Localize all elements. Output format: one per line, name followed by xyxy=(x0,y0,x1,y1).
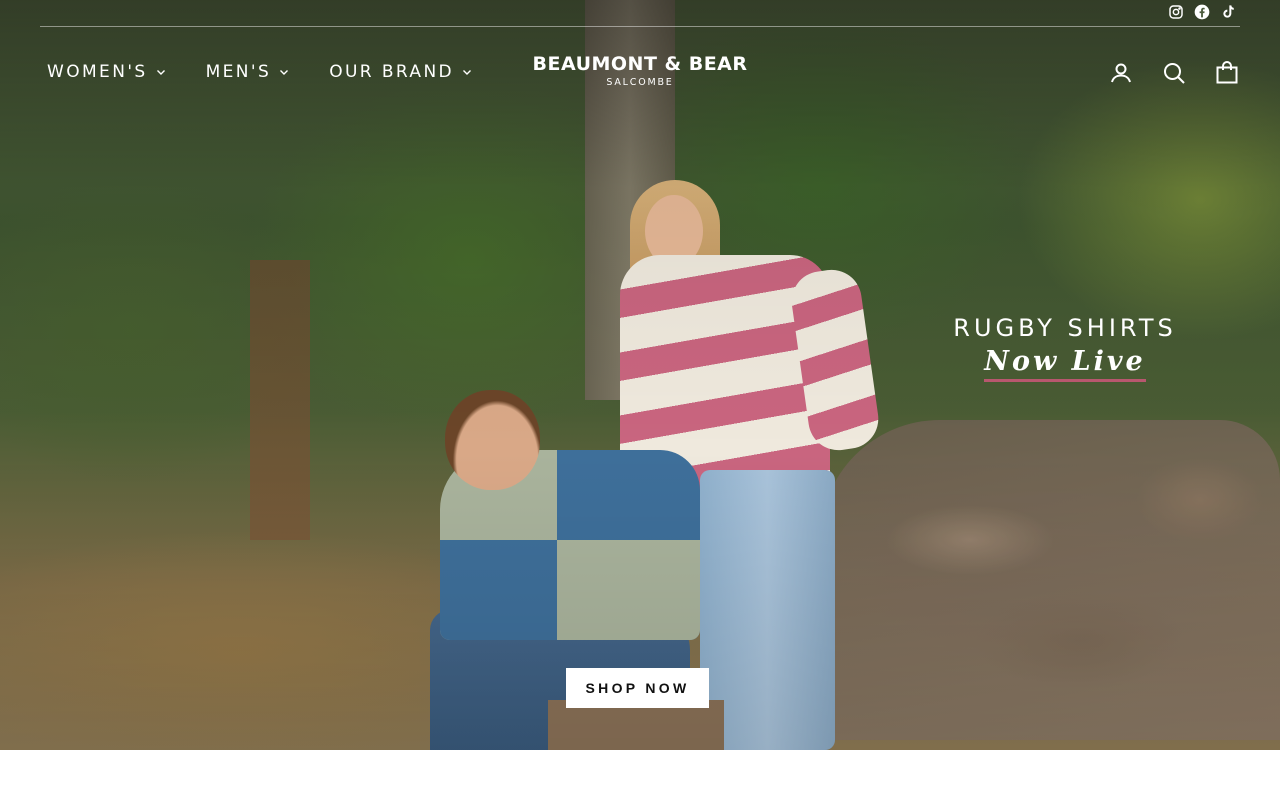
hero-banner[interactable]: RUGBY SHIRTS Now Live SHOP NOW xyxy=(0,0,1280,750)
nav-item-our-brand[interactable]: OUR BRAND xyxy=(329,62,472,82)
social-links xyxy=(1168,2,1236,22)
chevron-down-icon xyxy=(280,70,289,75)
facebook-icon[interactable] xyxy=(1194,4,1210,20)
chevron-down-icon xyxy=(156,70,165,75)
nav-item-mens[interactable]: MEN'S xyxy=(206,62,290,82)
search-icon[interactable] xyxy=(1161,60,1187,86)
brand-logo[interactable]: BEAUMONT & BEAR SALCOMBE xyxy=(520,53,760,88)
nav-item-label: WOMEN'S xyxy=(47,62,148,82)
tiktok-icon[interactable] xyxy=(1220,4,1236,20)
shop-now-button[interactable]: SHOP NOW xyxy=(566,668,709,708)
hero-title-block: RUGBY SHIRTS Now Live xyxy=(930,314,1200,382)
main-nav: WOMEN'S MEN'S OUR BRAND xyxy=(47,62,472,82)
bag-icon[interactable] xyxy=(1214,60,1240,86)
chevron-down-icon xyxy=(463,70,472,75)
nav-item-womens[interactable]: WOMEN'S xyxy=(47,62,166,82)
site-header: WOMEN'S MEN'S OUR BRAND BEAUMONT & BEAR … xyxy=(0,0,1280,110)
hero-subheading: Now Live xyxy=(984,346,1146,382)
hero-heading: RUGBY SHIRTS xyxy=(953,314,1177,342)
nav-item-label: OUR BRAND xyxy=(329,62,455,82)
brand-location: SALCOMBE xyxy=(606,77,674,88)
user-icon[interactable] xyxy=(1108,60,1134,86)
nav-item-label: MEN'S xyxy=(205,62,272,82)
header-tools xyxy=(1108,60,1240,86)
instagram-icon[interactable] xyxy=(1168,4,1184,20)
header-divider xyxy=(40,26,1240,27)
brand-name: BEAUMONT & BEAR xyxy=(532,53,748,75)
